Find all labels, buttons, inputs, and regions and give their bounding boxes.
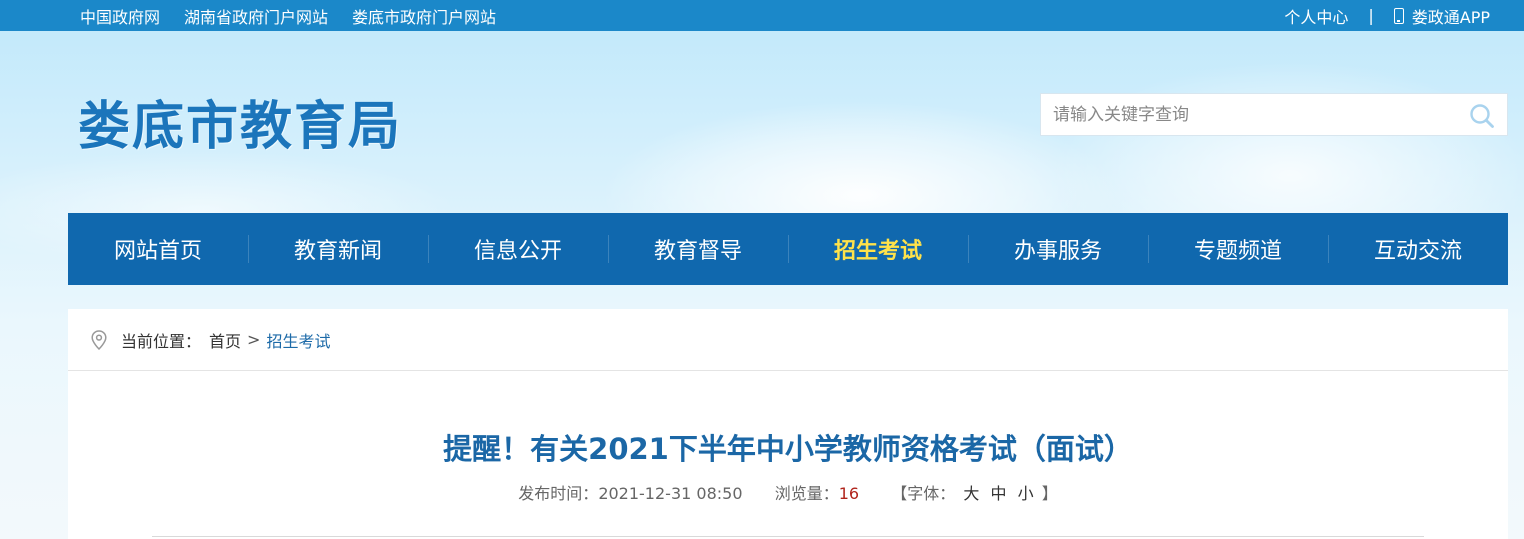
nav-item-admissions-exams[interactable]: 招生考试 xyxy=(788,213,968,285)
article-title: 提醒！有关2021下半年中小学教师资格考试（面试） xyxy=(443,432,1133,466)
app-link[interactable]: 娄政通APP xyxy=(1393,4,1490,28)
nav-item-education-supervision[interactable]: 教育督导 xyxy=(608,213,788,285)
views-label: 浏览量： xyxy=(774,484,839,503)
top-right: 个人中心 | 娄政通APP xyxy=(1284,0,1490,31)
personal-center-link[interactable]: 个人中心 xyxy=(1284,4,1348,28)
link-loudi-gov[interactable]: 娄底市政府门户网站 xyxy=(352,4,496,28)
breadcrumb-current[interactable]: 招生考试 xyxy=(266,328,330,352)
nav-item-services[interactable]: 办事服务 xyxy=(968,213,1148,285)
content-panel: 当前位置： 首页 > 招生考试 提醒！有关2021下半年中小学教师资格考试（面试… xyxy=(68,309,1508,539)
location-pin-icon xyxy=(91,329,107,350)
top-links: 中国政府网 湖南省政府门户网站 娄底市政府门户网站 xyxy=(80,0,496,31)
font-size-large-button[interactable]: 大 xyxy=(963,484,979,503)
nav-item-interaction[interactable]: 互动交流 xyxy=(1328,213,1508,285)
top-separator: | xyxy=(1368,6,1374,25)
main-nav: 网站首页 教育新闻 信息公开 教育督导 招生考试 办事服务 专题频道 互动交流 xyxy=(68,213,1508,285)
breadcrumb-home[interactable]: 首页 xyxy=(209,328,241,352)
nav-item-info-disclosure[interactable]: 信息公开 xyxy=(428,213,608,285)
breadcrumb-label: 当前位置： xyxy=(121,331,202,351)
breadcrumb-separator: > xyxy=(247,330,261,349)
app-link-label: 娄政通APP xyxy=(1411,7,1490,27)
views-count: 16 xyxy=(838,484,860,503)
search-icon[interactable] xyxy=(1469,103,1495,129)
font-size-small-button[interactable]: 小 xyxy=(1018,484,1034,503)
search-box xyxy=(1040,93,1508,136)
nav-item-special-channels[interactable]: 专题频道 xyxy=(1148,213,1328,285)
top-bar: 中国政府网 湖南省政府门户网站 娄底市政府门户网站 个人中心 | 娄政通APP xyxy=(0,0,1524,31)
link-hunan-gov[interactable]: 湖南省政府门户网站 xyxy=(184,4,328,28)
mobile-phone-icon xyxy=(1393,7,1404,24)
breadcrumb: 当前位置： 首页 > 招生考试 xyxy=(68,309,1508,371)
search-input[interactable] xyxy=(1041,94,1453,135)
article-meta: 发布时间：2021-12-31 08:50 浏览量：16 【字体： 大 中 小 … xyxy=(68,480,1508,504)
nav-item-home[interactable]: 网站首页 xyxy=(68,213,248,285)
font-size-close: 】 xyxy=(1041,484,1058,503)
font-size-open: 【字体： xyxy=(891,484,956,503)
title-divider xyxy=(152,536,1424,537)
publish-time: 2021-12-31 08:50 xyxy=(598,484,743,503)
font-size-medium-button[interactable]: 中 xyxy=(990,484,1006,503)
nav-item-education-news[interactable]: 教育新闻 xyxy=(248,213,428,285)
site-logo[interactable]: 娄底市教育局 xyxy=(78,84,402,159)
link-china-gov[interactable]: 中国政府网 xyxy=(80,4,160,28)
publish-time-label: 发布时间： xyxy=(518,484,599,503)
